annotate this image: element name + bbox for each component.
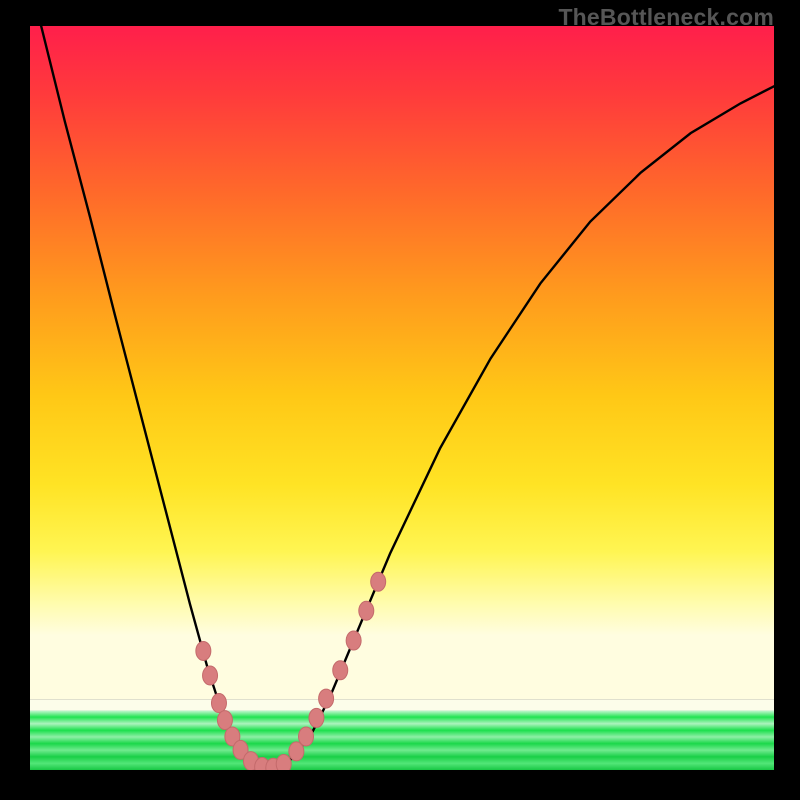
chart-svg xyxy=(30,26,774,770)
bead-left-3 xyxy=(217,711,232,730)
bead-left-0 xyxy=(196,641,211,660)
bead-left-1 xyxy=(203,666,218,685)
bead-bottom-3 xyxy=(276,755,291,770)
bead-right-5 xyxy=(346,631,361,650)
pale-band xyxy=(30,699,774,710)
bead-right-6 xyxy=(359,601,374,620)
frame: TheBottleneck.com xyxy=(0,0,800,800)
watermark-text: TheBottleneck.com xyxy=(558,4,774,31)
bead-right-1 xyxy=(299,727,314,746)
gradient-bg xyxy=(30,26,774,699)
bead-right-4 xyxy=(333,661,348,680)
plot-area xyxy=(30,26,774,770)
green-band xyxy=(30,710,774,770)
bead-left-2 xyxy=(211,694,226,713)
bead-right-2 xyxy=(309,708,324,727)
bead-right-3 xyxy=(319,689,334,708)
bead-right-7 xyxy=(371,572,386,591)
